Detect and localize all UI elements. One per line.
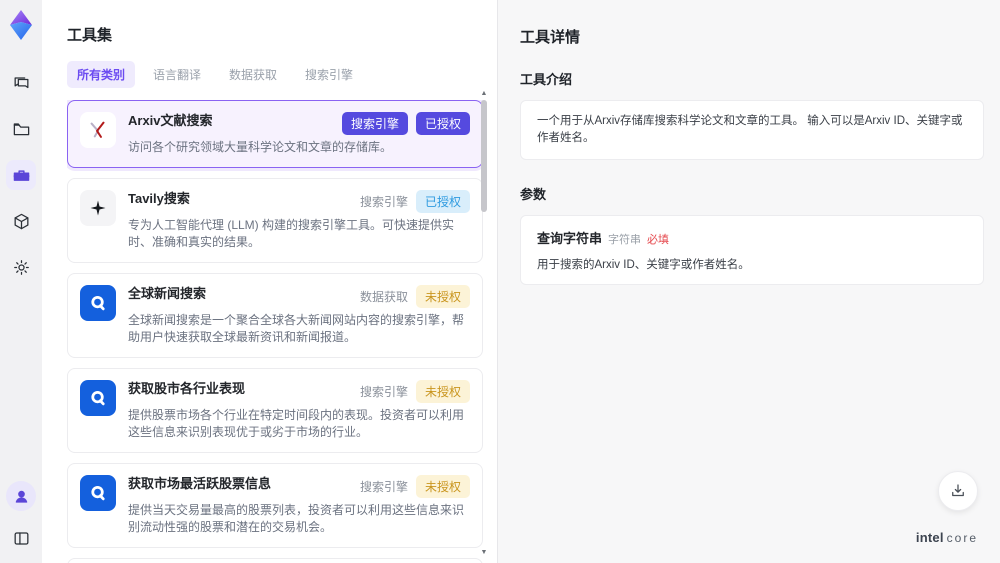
tool-icon (80, 190, 116, 226)
tool-name: 获取市场最活跃股票信息 (128, 476, 272, 491)
scroll-down-icon[interactable]: ▼ (479, 549, 489, 556)
tool-category-tag: 搜索引擎 (359, 385, 408, 399)
tool-name: Arxiv文献搜索 (128, 113, 213, 128)
list-scrollbar[interactable]: ▲ ▼ (479, 90, 489, 556)
tab-3[interactable]: 搜索引擎 (295, 61, 363, 88)
tool-icon (80, 380, 116, 416)
sidebar-item-packages[interactable] (6, 206, 36, 236)
page-title: 工具集 (67, 27, 113, 44)
tool-auth-badge: 未授权 (415, 285, 470, 308)
intro-card: 一个用于从Arxiv存储库搜索科学论文和文章的工具。 输入可以是Arxiv ID… (520, 100, 984, 160)
tool-card[interactable]: 获取市场最活跃股票信息 搜索引擎 未授权 提供当天交易量最高的股票列表，投资者可… (67, 463, 483, 548)
tool-description: 提供股票市场各个行业在特定时间段内的表现。投资者可以利用这些信息来识别表现优于或… (128, 408, 465, 439)
tool-description: 提供当天交易量最高的股票列表，投资者可以利用这些信息来识别流动性强的股票和潜在的… (128, 503, 465, 534)
details-title: 工具详情 (520, 29, 581, 46)
tool-icon (80, 112, 116, 148)
tab-0[interactable]: 所有类别 (67, 61, 136, 88)
tool-description: 专为人工智能代理 (LLM) 构建的搜索引擎工具。可快速提供实时、准确和真实的结… (128, 218, 455, 249)
tool-auth-badge: 已授权 (415, 190, 470, 213)
tool-icon (80, 285, 116, 321)
param-type: 字符串 (608, 234, 642, 246)
params-heading: 参数 (520, 187, 547, 202)
intro-text: 一个用于从Arxiv存储库搜索科学论文和文章的工具。 输入可以是Arxiv ID… (537, 115, 963, 144)
param-required-badge: 必填 (647, 234, 670, 246)
tool-description: 访问各个研究领域大量科学论文和文章的存储库。 (128, 140, 393, 154)
tool-category-tag: 搜索引擎 (359, 480, 408, 494)
category-tabs: 所有类别 语言翻译 数据获取 搜索引擎 (67, 61, 497, 88)
tool-name: 获取股市各行业表现 (128, 381, 246, 396)
sidebar-item-chat[interactable] (6, 68, 36, 98)
scrollbar-thumb[interactable] (481, 100, 487, 212)
chat-icon (12, 74, 31, 93)
tool-name: Tavily搜索 (128, 191, 190, 206)
tool-category-tag: 数据获取 (359, 290, 408, 304)
tool-icon (80, 475, 116, 511)
tool-card[interactable]: 获取股市各行业表现 搜索引擎 未授权 提供股票市场各个行业在特定时间段内的表现。… (67, 368, 483, 453)
app-logo (6, 8, 36, 42)
user-icon (12, 487, 31, 506)
tool-card[interactable]: Tavily搜索 搜索引擎 已授权 专为人工智能代理 (LLM) 构建的搜索引擎… (67, 178, 483, 263)
tool-card[interactable]: 万维地区新闻查询 搜索引擎 未授权 查询具体行政区划内的新闻，快速了解各地新闻动 (67, 558, 483, 563)
param-name: 查询字符串 (537, 231, 603, 246)
scroll-up-icon[interactable]: ▲ (479, 90, 489, 97)
gear-icon (12, 258, 31, 277)
tool-list: Arxiv文献搜索 搜索引擎 已授权 访问各个研究领域大量科学论文和文章的存储库… (67, 100, 483, 563)
toolbox-icon (12, 166, 31, 185)
left-rail (0, 0, 42, 563)
tools-panel: 工具集 所有类别 语言翻译 数据获取 搜索引擎 Arxiv文献搜索 搜索引擎 已授权 … (42, 0, 497, 563)
tool-description: 全球新闻搜索是一个聚合全球各大新闻网站内容的搜索引擎，帮助用户快速获取全球最新资… (128, 313, 465, 344)
tool-card[interactable]: 全球新闻搜索 数据获取 未授权 全球新闻搜索是一个聚合全球各大新闻网站内容的搜索… (67, 273, 483, 358)
folder-icon (12, 120, 31, 139)
tool-auth-badge: 未授权 (415, 475, 470, 498)
sidebar-item-account[interactable] (6, 481, 36, 511)
layout-panel-icon (12, 529, 31, 548)
tool-category-tag: 搜索引擎 (341, 112, 408, 135)
sidebar-item-tools[interactable] (6, 160, 36, 190)
tool-category-tag: 搜索引擎 (359, 195, 408, 209)
tool-details-panel: 工具详情 工具介绍 一个用于从Arxiv存储库搜索科学论文和文章的工具。 输入可… (497, 0, 1000, 563)
tool-auth-badge: 已授权 (415, 112, 470, 135)
tab-2[interactable]: 数据获取 (219, 61, 287, 88)
tool-card[interactable]: Arxiv文献搜索 搜索引擎 已授权 访问各个研究领域大量科学论文和文章的存储库… (67, 100, 483, 168)
download-button[interactable] (938, 471, 978, 511)
sidebar-item-collapse[interactable] (6, 523, 36, 553)
param-card: 查询字符串 字符串 必填 用于搜索的Arxiv ID、关键字或作者姓名。 (520, 215, 984, 285)
tab-1[interactable]: 语言翻译 (143, 61, 211, 88)
tool-name: 全球新闻搜索 (128, 286, 207, 301)
sidebar-item-files[interactable] (6, 114, 36, 144)
app-window: 工具集 所有类别 语言翻译 数据获取 搜索引擎 Arxiv文献搜索 搜索引擎 已授权 … (0, 0, 1000, 563)
download-icon (949, 482, 967, 500)
intro-heading: 工具介绍 (520, 72, 573, 87)
sidebar-item-settings[interactable] (6, 252, 36, 282)
tool-auth-badge: 未授权 (415, 380, 470, 403)
package-icon (12, 212, 31, 231)
param-desc: 用于搜索的Arxiv ID、关键字或作者姓名。 (537, 259, 750, 271)
intel-core-logo: intel core (915, 530, 978, 545)
